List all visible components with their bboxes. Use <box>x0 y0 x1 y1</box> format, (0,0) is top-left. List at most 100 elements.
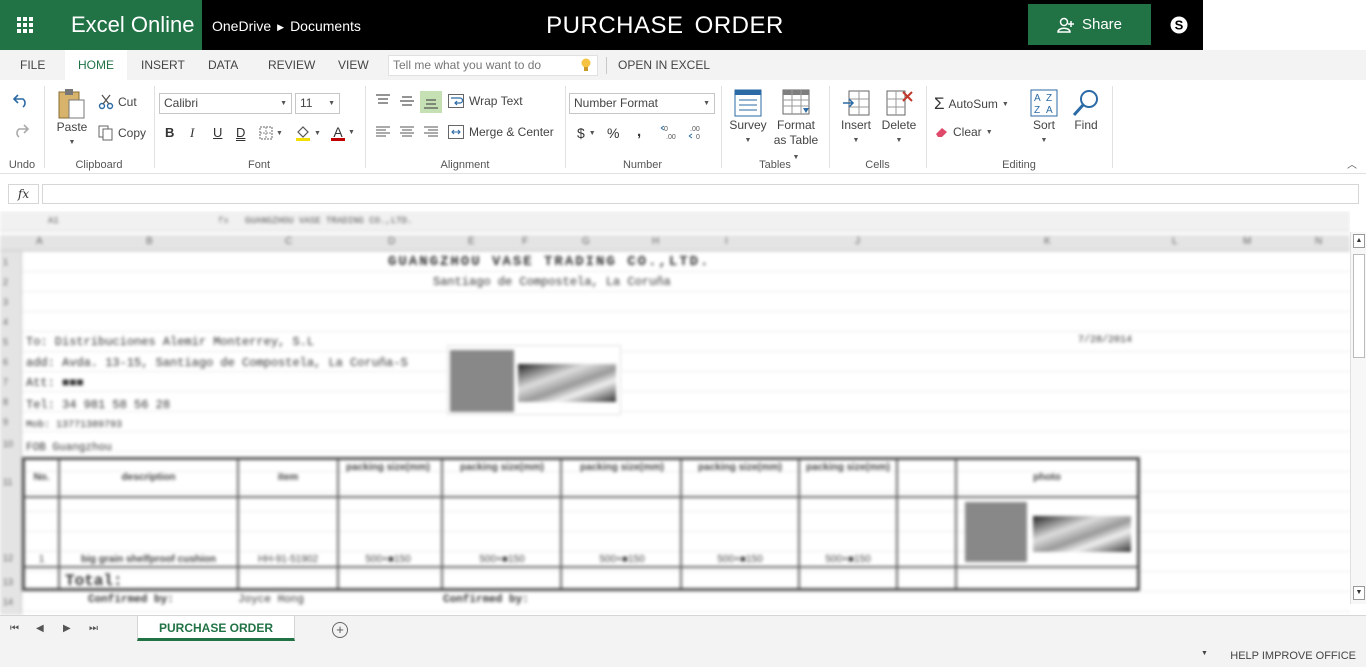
previous-sheet-button[interactable]: ◀ <box>36 623 44 634</box>
underline-button[interactable]: U <box>213 125 222 140</box>
sheet-tab-purchase-order[interactable]: PURCHASE ORDER <box>137 616 295 641</box>
align-bottom-button[interactable] <box>420 91 442 113</box>
font-color-button[interactable]: A ▼ <box>331 124 355 141</box>
breadcrumb-documents[interactable]: Documents <box>290 18 361 34</box>
borders-button[interactable]: ▼ <box>259 126 283 140</box>
next-sheet-button[interactable]: ▶ <box>63 623 71 634</box>
double-underline-button[interactable]: D <box>236 125 245 140</box>
format-as-table-label-2: as Table <box>773 133 819 147</box>
header-description: description <box>121 472 176 483</box>
share-button[interactable]: Share <box>1028 4 1151 45</box>
add-sheet-button[interactable]: + <box>332 622 348 638</box>
borders-icon <box>259 126 273 140</box>
number-format-select[interactable]: Number Format ▼ <box>569 93 715 114</box>
tell-me-input[interactable]: Tell me what you want to do <box>388 55 598 76</box>
confirmed-by-buyer: Confirmed by: <box>88 594 174 606</box>
chevron-down-icon: ▼ <box>276 129 283 137</box>
currency-button[interactable]: $ ▼ <box>577 125 596 141</box>
decrease-decimal-button[interactable]: .00 0 <box>688 124 706 140</box>
sort-label: Sort <box>1032 118 1055 132</box>
tab-insert[interactable]: INSERT <box>141 50 185 80</box>
autosum-button[interactable]: Σ AutoSum ▼ <box>934 94 1009 114</box>
tab-home[interactable]: HOME <box>65 50 127 80</box>
fill-color-button[interactable]: ▼ <box>295 125 321 141</box>
paste-button[interactable]: Paste ▼ <box>54 88 90 150</box>
tab-view[interactable]: VIEW <box>338 50 369 80</box>
skype-button[interactable]: S <box>1155 0 1203 50</box>
percent-button[interactable]: % <box>607 125 619 141</box>
title-bar: Excel Online OneDrive ▶ Documents PURCHASE… <box>0 0 1366 50</box>
align-right-button[interactable] <box>423 126 439 138</box>
document-title[interactable]: PURCHASE ORDER <box>500 0 830 50</box>
align-left-button[interactable] <box>375 126 391 138</box>
tab-open-in-excel[interactable]: OPEN IN EXCEL <box>618 50 710 80</box>
app-name[interactable]: Excel Online <box>50 0 202 50</box>
lightbulb-icon <box>581 58 591 71</box>
paint-bucket-icon <box>296 126 310 141</box>
help-improve-office-link[interactable]: HELP IMPROVE OFFICE <box>1230 650 1356 662</box>
merge-center-button[interactable]: Merge & Center <box>448 125 554 139</box>
align-center-button[interactable] <box>399 126 415 138</box>
insert-cells-button[interactable]: Insert ▼ <box>836 88 876 148</box>
align-middle-button[interactable] <box>399 94 415 108</box>
cut-button[interactable]: Cut <box>98 94 137 110</box>
first-sheet-button[interactable]: ⏮ <box>10 623 19 634</box>
breadcrumb-onedrive[interactable]: OneDrive <box>212 18 271 34</box>
chevron-down-icon: ▼ <box>348 129 355 136</box>
insert-cells-label: Insert <box>840 118 871 132</box>
bold-button[interactable]: B <box>165 125 174 140</box>
align-bottom-icon <box>424 99 438 109</box>
last-sheet-button[interactable]: ⏭ <box>89 623 98 634</box>
comma-button[interactable]: , <box>637 123 641 140</box>
formula-input[interactable] <box>42 184 1359 204</box>
collapse-ribbon-button[interactable]: ︿ <box>1347 156 1357 171</box>
undo-button[interactable] <box>12 92 30 108</box>
worksheet-grid[interactable]: A1 fx GUANGZHOU VASE TRADING CO.,LTD. AB… <box>0 211 1350 615</box>
formula-bar: fx <box>0 175 1366 211</box>
svg-text:0: 0 <box>696 134 700 140</box>
scroll-thumb[interactable] <box>1353 254 1365 358</box>
font-name-select[interactable]: Calibri ▼ <box>159 93 292 114</box>
wrap-text-label: Wrap Text <box>469 94 523 108</box>
find-button[interactable]: Find <box>1068 88 1104 133</box>
scroll-down-button[interactable]: ▼ <box>1353 586 1365 600</box>
font-size-select[interactable]: 11 ▼ <box>295 93 340 114</box>
vertical-scrollbar[interactable]: ▲ ▼ <box>1350 232 1366 604</box>
chevron-down-icon: ▼ <box>280 100 287 107</box>
redo-button[interactable] <box>12 122 30 138</box>
survey-button[interactable]: Survey ▼ <box>728 88 768 148</box>
header-packing-5: packing size(mm) <box>806 462 890 473</box>
tab-file[interactable]: FILE <box>20 50 45 80</box>
group-separator <box>44 86 45 168</box>
clear-label: Clear <box>953 125 982 139</box>
group-separator <box>565 86 566 168</box>
tab-review[interactable]: REVIEW <box>268 50 315 80</box>
info-line-to: To: Distribuciones Alemir Monterrey, S.L <box>26 335 315 349</box>
italic-button[interactable]: I <box>190 125 194 141</box>
number-format-value: Number Format <box>574 96 659 110</box>
ribbon-tabs: FILE HOME INSERT DATA REVIEW VIEW Tell m… <box>0 50 1366 80</box>
wrap-text-button[interactable]: Wrap Text <box>448 94 523 108</box>
tab-data[interactable]: DATA <box>208 50 238 80</box>
header-no: No. <box>33 472 50 483</box>
clear-button[interactable]: Clear ▼ <box>935 125 993 139</box>
status-bar: ▼ HELP IMPROVE OFFICE <box>0 643 1366 667</box>
copy-button[interactable]: Copy <box>98 125 146 141</box>
delete-cells-button[interactable]: Delete ▼ <box>879 88 919 148</box>
sort-button[interactable]: AZZA Sort ▼ <box>1026 88 1062 148</box>
align-top-button[interactable] <box>375 94 391 108</box>
group-label-number: Number <box>622 159 663 171</box>
product-image-row <box>965 502 1135 564</box>
app-launcher-button[interactable] <box>0 0 50 50</box>
increase-decimal-button[interactable]: 0.00 <box>660 124 678 140</box>
insert-function-button[interactable]: fx <box>8 184 39 204</box>
chevron-down-icon: ▼ <box>588 129 596 137</box>
format-as-table-button[interactable]: Format as Table ▼ <box>770 88 822 165</box>
chevron-down-icon[interactable]: ▼ <box>1201 650 1208 657</box>
chevron-right-icon: ▶ <box>277 22 285 32</box>
chevron-up-icon: ︿ <box>1347 160 1357 171</box>
company-address: Santiago de Compostela, La Coruña <box>433 275 671 289</box>
scroll-up-button[interactable]: ▲ <box>1353 234 1365 248</box>
sheet-tab-bar: ⏮ ◀ ▶ ⏭ PURCHASE ORDER + <box>0 615 1366 643</box>
group-label-tables: Tables <box>759 159 791 171</box>
